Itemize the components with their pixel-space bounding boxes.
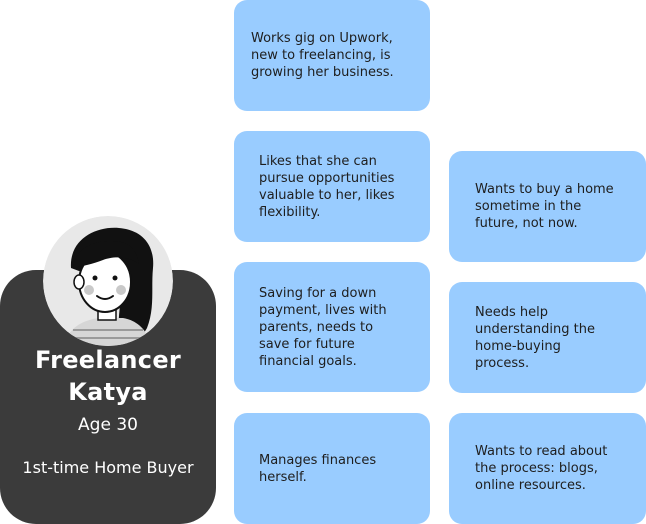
persona-illustration xyxy=(43,216,173,346)
note-read-resources: Wants to read about the process: blogs, … xyxy=(449,413,646,524)
note-text: Wants to buy a home sometime in the futu… xyxy=(475,182,614,231)
note-text: Wants to read about the process: blogs, … xyxy=(475,444,608,493)
note-manages-finances: Manages finances herself. xyxy=(234,413,430,524)
note-text: Saving for a down payment, lives with pa… xyxy=(259,285,387,369)
note-needs-help: Needs help understanding the home-buying… xyxy=(449,282,646,393)
note-text: Needs help understanding the home-buying… xyxy=(475,304,595,371)
note-text: Likes that she can pursue opportunities … xyxy=(259,153,395,220)
persona-role: 1st-time Home Buyer xyxy=(22,458,194,477)
note-saving: Saving for a down payment, lives with pa… xyxy=(234,262,430,392)
avatar xyxy=(43,216,173,346)
note-text: Works gig on Upwork, new to freelancing,… xyxy=(251,31,394,80)
note-freelance-work: Works gig on Upwork, new to freelancing,… xyxy=(234,0,430,111)
note-buy-home: Wants to buy a home sometime in the futu… xyxy=(449,151,646,262)
persona-age: Age 30 xyxy=(78,415,138,435)
note-flexibility: Likes that she can pursue opportunities … xyxy=(234,131,430,242)
note-text: Manages finances herself. xyxy=(259,452,377,485)
persona-name: Freelancer Katya xyxy=(34,346,182,406)
